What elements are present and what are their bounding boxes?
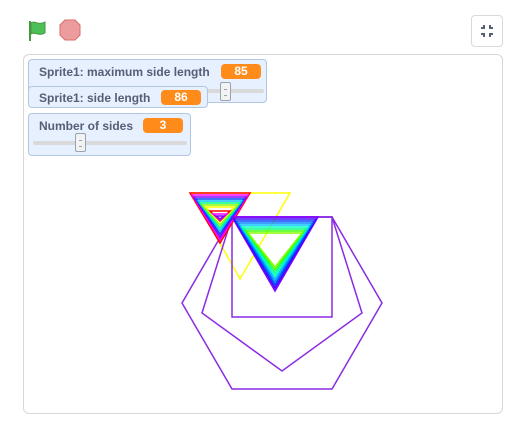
purple-pentagon: [201, 216, 363, 372]
slider-track[interactable]: [33, 141, 187, 145]
monitor-label: Sprite1: maximum side length: [39, 65, 210, 79]
purple-hexagon: [181, 216, 383, 390]
slider-thumb[interactable]: [220, 82, 231, 101]
pen-drawing: [181, 192, 383, 390]
monitor-value: 86: [161, 90, 201, 105]
small-rainbow-triangles: [188, 192, 252, 245]
green-flag-icon[interactable]: [24, 17, 52, 45]
number-of-sides-monitor[interactable]: Number of sides 3: [28, 113, 191, 156]
monitor-value: 85: [221, 64, 261, 79]
slider-thumb[interactable]: [75, 133, 86, 152]
player-toolbar: [0, 0, 515, 52]
stage[interactable]: Sprite1: maximum side length 85 Sprite1:…: [23, 54, 503, 414]
fullscreen-icon[interactable]: [471, 15, 503, 47]
side-length-monitor[interactable]: Sprite1: side length 86: [28, 86, 208, 108]
large-rainbow-triangles: [230, 216, 320, 293]
monitor-label: Number of sides: [39, 119, 134, 133]
monitor-label: Sprite1: side length: [39, 91, 151, 105]
stop-icon[interactable]: [58, 18, 82, 42]
monitor-value: 3: [143, 118, 183, 133]
